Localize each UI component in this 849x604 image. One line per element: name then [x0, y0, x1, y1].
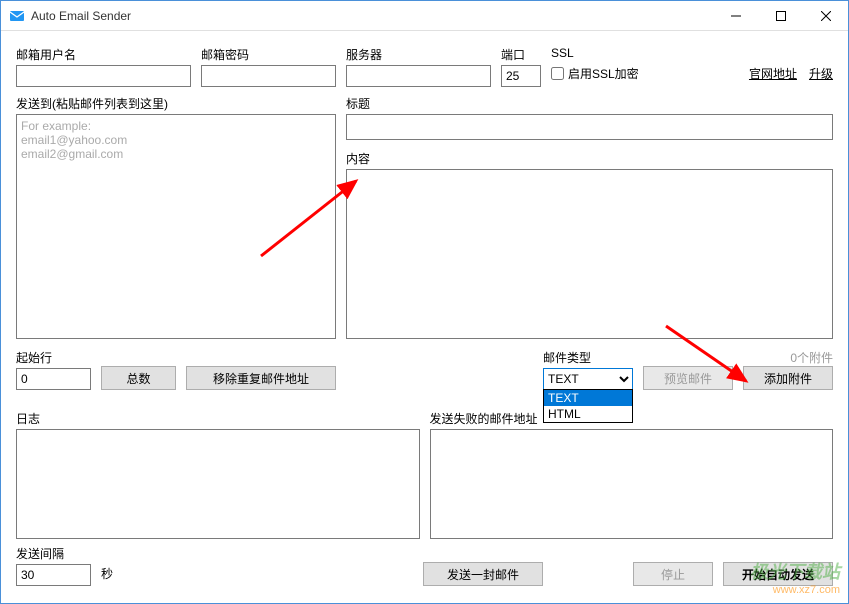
- add-attachment-button[interactable]: 添加附件: [743, 366, 833, 390]
- interval-input[interactable]: [16, 564, 91, 586]
- password-label: 邮箱密码: [201, 46, 336, 63]
- mail-type-select[interactable]: TEXT: [543, 368, 633, 390]
- attachment-count-label: 0个附件: [743, 349, 833, 366]
- server-input[interactable]: [346, 65, 491, 87]
- maximize-button[interactable]: [758, 1, 803, 30]
- total-button[interactable]: 总数: [101, 366, 176, 390]
- close-button[interactable]: [803, 1, 848, 30]
- port-input[interactable]: [501, 65, 541, 87]
- official-link[interactable]: 官网地址: [749, 65, 797, 82]
- body-label: 内容: [346, 150, 833, 167]
- start-auto-button[interactable]: 开始自动发送: [723, 562, 833, 586]
- interval-unit: 秒: [101, 565, 113, 586]
- send-one-button[interactable]: 发送一封邮件: [423, 562, 543, 586]
- window-title: Auto Email Sender: [31, 9, 713, 23]
- log-label: 日志: [16, 410, 420, 427]
- app-icon: [9, 8, 25, 24]
- log-textarea[interactable]: [16, 429, 420, 539]
- titlebar: Auto Email Sender: [1, 1, 848, 31]
- stop-button[interactable]: 停止: [633, 562, 713, 586]
- password-input[interactable]: [201, 65, 336, 87]
- preview-button[interactable]: 预览邮件: [643, 366, 733, 390]
- remove-duplicates-button[interactable]: 移除重复邮件地址: [186, 366, 336, 390]
- mail-type-option-html[interactable]: HTML: [544, 406, 632, 422]
- mail-type-option-text[interactable]: TEXT: [544, 390, 632, 406]
- recipients-label: 发送到(粘贴邮件列表到这里): [16, 95, 336, 112]
- interval-label: 发送间隔: [16, 545, 91, 562]
- server-label: 服务器: [346, 46, 491, 63]
- failed-textarea[interactable]: [430, 429, 834, 539]
- start-row-input[interactable]: [16, 368, 91, 390]
- start-row-label: 起始行: [16, 349, 91, 366]
- username-input[interactable]: [16, 65, 191, 87]
- ssl-label: SSL: [551, 46, 639, 60]
- mail-type-label: 邮件类型: [543, 349, 633, 366]
- minimize-button[interactable]: [713, 1, 758, 30]
- mail-type-dropdown: TEXT HTML: [543, 389, 633, 423]
- username-label: 邮箱用户名: [16, 46, 191, 63]
- ssl-checkbox[interactable]: [551, 67, 564, 80]
- subject-label: 标题: [346, 95, 833, 112]
- recipients-textarea[interactable]: [16, 114, 336, 339]
- port-label: 端口: [501, 46, 541, 63]
- ssl-checkbox-label: 启用SSL加密: [568, 65, 639, 82]
- upgrade-link[interactable]: 升级: [809, 65, 833, 82]
- subject-input[interactable]: [346, 114, 833, 140]
- body-textarea[interactable]: [346, 169, 833, 339]
